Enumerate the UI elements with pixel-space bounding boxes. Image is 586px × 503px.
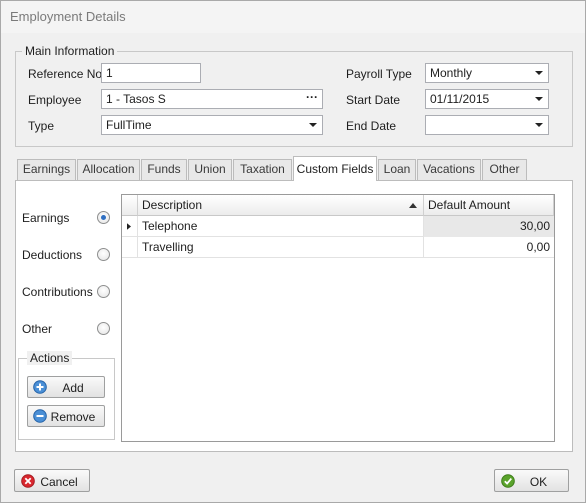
table-row[interactable]: Travelling 0,00	[122, 237, 554, 258]
reference-no-field[interactable]: 1	[101, 63, 201, 83]
add-button[interactable]: Add	[27, 376, 105, 398]
tab-taxation[interactable]: Taxation	[233, 159, 292, 180]
ok-button[interactable]: OK	[494, 469, 569, 492]
add-button-label: Add	[62, 381, 84, 395]
employee-label: Employee	[28, 93, 82, 107]
tab-funds[interactable]: Funds	[141, 159, 187, 180]
start-date-picker[interactable]: 01/11/2015	[425, 89, 549, 109]
reference-no-label: Reference No	[28, 67, 103, 81]
tab-custom-fields[interactable]: Custom Fields	[293, 156, 377, 181]
tab-union[interactable]: Union	[188, 159, 232, 180]
tab-vacations[interactable]: Vacations	[417, 159, 481, 180]
deductions-option-label[interactable]: Deductions	[22, 248, 82, 262]
tab-allocation[interactable]: Allocation	[77, 159, 140, 180]
other-radio[interactable]	[97, 322, 110, 335]
tab-other[interactable]: Other	[482, 159, 527, 180]
earnings-radio[interactable]	[97, 211, 110, 224]
deductions-radio[interactable]	[97, 248, 110, 261]
custom-fields-grid[interactable]: Description Default Amount Telephone 30,…	[121, 194, 555, 442]
table-row[interactable]: Telephone 30,00	[122, 216, 554, 237]
start-date-value: 01/11/2015	[430, 92, 490, 106]
chevron-down-icon[interactable]	[309, 123, 317, 127]
employee-value: 1 - Tasos S	[106, 92, 166, 106]
type-value: FullTime	[106, 118, 152, 132]
amount-cell[interactable]: 30,00	[424, 216, 554, 237]
contributions-option-label[interactable]: Contributions	[22, 285, 93, 299]
chevron-down-icon[interactable]	[535, 71, 543, 75]
chevron-down-icon[interactable]	[535, 123, 543, 127]
description-cell[interactable]: Travelling	[138, 237, 424, 258]
ok-button-label: OK	[529, 475, 548, 489]
tab-earnings[interactable]: Earnings	[17, 159, 76, 180]
column-header-description[interactable]: Description	[138, 195, 424, 216]
cancel-button-label: Cancel	[40, 475, 78, 489]
ellipsis-icon[interactable]: ···	[306, 90, 318, 104]
type-select[interactable]: FullTime	[101, 115, 323, 135]
employment-details-window: Employment Details Main Information Refe…	[0, 0, 586, 503]
end-date-label: End Date	[346, 119, 397, 133]
remove-button[interactable]: Remove	[27, 405, 105, 427]
actions-legend: Actions	[27, 351, 73, 365]
contributions-radio[interactable]	[97, 285, 110, 298]
other-option-label[interactable]: Other	[22, 322, 52, 336]
current-row-icon	[122, 216, 138, 237]
payroll-type-value: Monthly	[430, 66, 473, 80]
row-indicator-header	[122, 195, 138, 216]
actions-group	[18, 358, 115, 440]
earnings-option-label[interactable]: Earnings	[22, 211, 69, 225]
payroll-type-label: Payroll Type	[346, 67, 412, 81]
row-indicator	[122, 237, 138, 258]
tab-loan[interactable]: Loan	[378, 159, 416, 180]
chevron-down-icon[interactable]	[535, 97, 543, 101]
column-header-default-amount[interactable]: Default Amount	[424, 195, 554, 216]
title-bar[interactable]: Employment Details	[1, 1, 585, 33]
payroll-type-select[interactable]: Monthly	[425, 63, 549, 83]
amount-cell[interactable]: 0,00	[424, 237, 554, 258]
type-label: Type	[28, 119, 55, 133]
employee-field[interactable]: 1 - Tasos S ···	[101, 89, 323, 109]
start-date-label: Start Date	[346, 93, 401, 107]
cancel-button[interactable]: Cancel	[14, 469, 90, 492]
window-title: Employment Details	[10, 9, 126, 24]
end-date-picker[interactable]	[425, 115, 549, 135]
main-information-legend: Main Information	[22, 44, 118, 58]
description-cell[interactable]: Telephone	[138, 216, 424, 237]
sort-ascending-icon	[409, 203, 417, 208]
remove-button-label: Remove	[50, 410, 96, 424]
